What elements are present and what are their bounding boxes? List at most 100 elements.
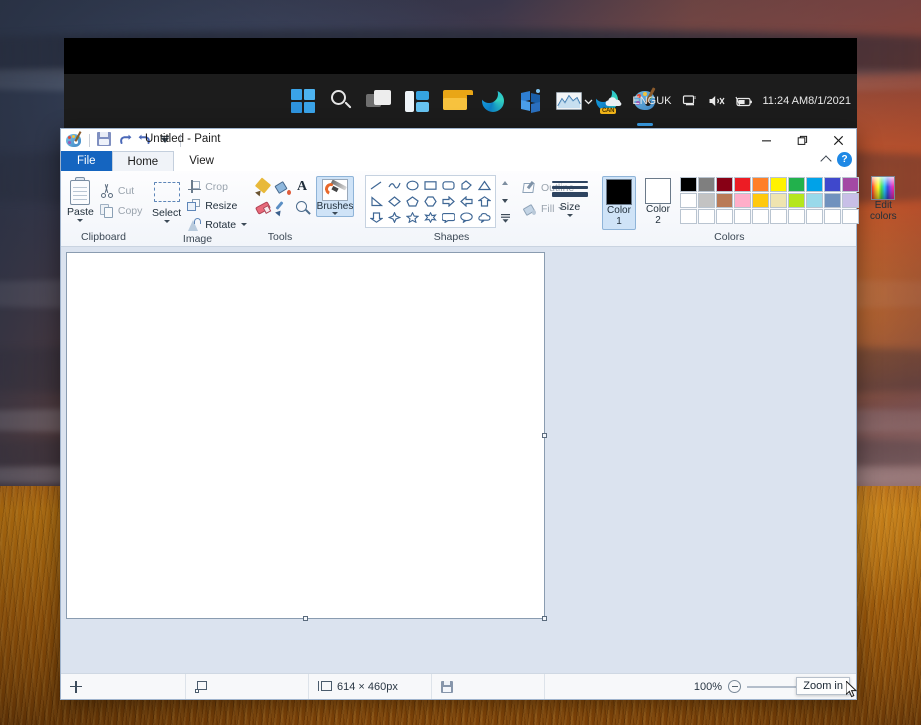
shape-pentagon[interactable] (404, 194, 421, 209)
collapse-ribbon-icon[interactable] (820, 155, 832, 167)
resize-button[interactable]: Resize (184, 197, 250, 214)
shape-triangle[interactable] (476, 178, 493, 193)
palette-swatch-r1-c10[interactable] (842, 177, 859, 192)
palette-swatch-r1-c5[interactable] (752, 177, 769, 192)
shapes-more-icon[interactable] (500, 211, 510, 226)
rotate-button[interactable]: Rotate (184, 216, 250, 233)
close-button[interactable] (820, 129, 856, 151)
palette-swatch-r2-c3[interactable] (716, 193, 733, 208)
task-view-icon[interactable] (366, 88, 392, 114)
palette-swatch-r1-c6[interactable] (770, 177, 787, 192)
palette-swatch-r1-c8[interactable] (806, 177, 823, 192)
shape-right-triangle[interactable] (368, 194, 385, 209)
shape-four-point-star[interactable] (386, 210, 403, 225)
paint-app-icon[interactable] (65, 130, 82, 149)
palette-swatch-r2-c10[interactable] (842, 193, 859, 208)
shapes-scroll-down-icon[interactable] (500, 193, 510, 208)
paste-caret-icon[interactable] (77, 219, 84, 222)
tab-home[interactable]: Home (111, 151, 175, 171)
undo-icon[interactable] (117, 132, 133, 148)
clock[interactable]: 11:24 AM 8/1/2021 (763, 95, 852, 108)
size-caret-icon[interactable] (567, 213, 573, 217)
select-caret-icon[interactable] (163, 220, 170, 223)
search-icon[interactable] (328, 88, 354, 114)
palette-swatch-r3-c7[interactable] (788, 209, 805, 224)
minimize-button[interactable] (748, 129, 784, 151)
microsoft-store-icon[interactable] (518, 88, 544, 114)
shape-hexagon[interactable] (422, 194, 439, 209)
shape-five-point-star[interactable] (404, 210, 421, 225)
file-explorer-icon[interactable] (442, 88, 473, 114)
palette-swatch-r2-c8[interactable] (806, 193, 823, 208)
language-indicator[interactable]: ENG UK (632, 95, 671, 107)
save-icon[interactable] (97, 132, 113, 148)
restore-button[interactable] (784, 129, 820, 151)
shape-six-point-star[interactable] (422, 210, 439, 225)
palette-swatch-r3-c5[interactable] (752, 209, 769, 224)
eraser-tool-icon[interactable] (254, 200, 272, 217)
palette-swatch-r1-c3[interactable] (716, 177, 733, 192)
shape-right-arrow[interactable] (440, 194, 457, 209)
paste-button[interactable]: Paste (67, 175, 94, 222)
shape-diamond[interactable] (386, 194, 403, 209)
select-button[interactable]: Select (152, 175, 181, 223)
zoom-out-button[interactable] (728, 680, 741, 693)
crop-button[interactable]: Crop (184, 178, 250, 195)
shape-rounded-rectangle-callout[interactable] (440, 210, 457, 225)
copy-button[interactable]: Copy (97, 202, 146, 219)
shape-curve[interactable] (386, 178, 403, 193)
palette-swatch-r3-c9[interactable] (824, 209, 841, 224)
palette-swatch-r3-c3[interactable] (716, 209, 733, 224)
pencil-tool-icon[interactable] (254, 177, 272, 197)
shape-up-arrow[interactable] (476, 194, 493, 209)
shape-left-arrow[interactable] (458, 194, 475, 209)
network-icon[interactable]: B (682, 94, 698, 108)
palette-swatch-r3-c1[interactable] (680, 209, 697, 224)
help-icon[interactable]: ? (837, 152, 852, 167)
shape-rounded-rectangle[interactable] (440, 178, 457, 193)
tab-view[interactable]: View (174, 151, 229, 171)
palette-swatch-r2-c2[interactable] (698, 193, 715, 208)
drawing-canvas[interactable] (66, 252, 547, 621)
palette-swatch-r3-c10[interactable] (842, 209, 859, 224)
microsoft-edge-icon[interactable] (480, 85, 506, 114)
brushes-button[interactable]: Brushes (316, 176, 354, 217)
canvas-workspace[interactable] (61, 247, 856, 673)
tab-file[interactable]: File (61, 151, 112, 171)
cut-button[interactable]: Cut (97, 182, 146, 199)
shape-line[interactable] (368, 178, 385, 193)
battery-icon[interactable] (734, 95, 753, 108)
palette-swatch-r1-c1[interactable] (680, 177, 697, 192)
south-resize-handle[interactable] (302, 616, 308, 621)
shape-down-arrow[interactable] (368, 210, 385, 225)
brushes-caret-icon[interactable] (332, 212, 338, 215)
shapes-scroll-up-icon[interactable] (500, 175, 510, 190)
volume-muted-icon[interactable] (708, 94, 725, 108)
edit-colors-button[interactable]: Edit colors (870, 176, 897, 222)
palette-swatch-r3-c4[interactable] (734, 209, 751, 224)
color2-button[interactable]: Color 2 (642, 176, 674, 228)
fill-with-color-tool-icon[interactable] (274, 179, 292, 196)
palette-swatch-r2-c1[interactable] (680, 193, 697, 208)
palette-swatch-r2-c6[interactable] (770, 193, 787, 208)
magnifier-tool-icon[interactable] (295, 200, 312, 217)
palette-swatch-r3-c8[interactable] (806, 209, 823, 224)
tray-chevron-icon[interactable] (582, 95, 595, 108)
widgets-icon[interactable] (404, 88, 430, 114)
east-resize-handle[interactable] (542, 432, 547, 438)
shape-polygon[interactable] (458, 178, 475, 193)
palette-swatch-r2-c9[interactable] (824, 193, 841, 208)
shape-oval-callout[interactable] (458, 210, 475, 225)
text-tool-icon[interactable]: A (295, 179, 312, 196)
shape-rectangle[interactable] (422, 178, 439, 193)
start-icon[interactable] (290, 88, 316, 114)
chart-app-icon[interactable] (556, 88, 582, 114)
palette-swatch-r1-c4[interactable] (734, 177, 751, 192)
palette-swatch-r3-c2[interactable] (698, 209, 715, 224)
southeast-resize-handle[interactable] (542, 616, 547, 621)
onedrive-icon[interactable] (605, 95, 622, 108)
color-picker-tool-icon[interactable] (275, 200, 292, 217)
shape-oval[interactable] (404, 178, 421, 193)
palette-swatch-r1-c9[interactable] (824, 177, 841, 192)
color1-button[interactable]: Color 1 (602, 176, 636, 230)
